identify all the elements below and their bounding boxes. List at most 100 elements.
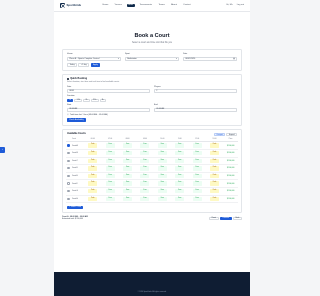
time-slot[interactable]: Free — [157, 151, 167, 156]
time-slot[interactable]: Peak — [210, 189, 220, 194]
time-slot[interactable]: Peak — [88, 196, 98, 202]
time-slot[interactable]: Free — [123, 181, 133, 186]
compact-view-button[interactable]: Compact — [213, 133, 226, 137]
time-slot[interactable]: Peak — [88, 181, 98, 186]
time-slot[interactable]: Free — [157, 173, 167, 179]
time-slot[interactable]: Free — [175, 173, 185, 179]
time-slot[interactable]: Free — [123, 166, 133, 171]
time-slot[interactable]: Peak — [88, 151, 98, 156]
time-slot[interactable]: Peak — [88, 189, 98, 194]
time-slot[interactable]: Free — [140, 173, 150, 179]
time-slot[interactable]: Free — [192, 158, 202, 164]
court-radio[interactable] — [67, 174, 70, 177]
time-slot[interactable]: Peak — [88, 173, 98, 179]
nav-link-tournaments[interactable]: Tournaments — [138, 4, 153, 8]
time-slot[interactable]: Peak — [210, 173, 220, 179]
time-slot[interactable]: Free — [192, 196, 202, 202]
today-button[interactable]: Today — [67, 63, 78, 68]
court-radio[interactable] — [67, 151, 70, 155]
time-slot[interactable]: Free — [105, 181, 115, 186]
time-slot[interactable]: Peak — [210, 143, 220, 148]
duration-option[interactable]: 2h — [83, 98, 90, 102]
time-slot[interactable]: Free — [192, 181, 202, 186]
logout-link[interactable]: Log out — [237, 4, 244, 7]
booking-date-input[interactable]: 06/05 — [67, 89, 150, 94]
time-slot[interactable]: Free — [105, 166, 115, 171]
time-slot[interactable]: Free — [140, 151, 150, 156]
side-feedback-tab[interactable]: ‹ — [0, 147, 5, 153]
apply-button[interactable]: Apply — [90, 63, 101, 68]
nav-link-book[interactable]: Book — [126, 3, 135, 8]
court-row[interactable]: Court G Peak Free Free Free Free Free Free Peak $… — [66, 187, 238, 196]
time-slot[interactable]: Free — [123, 173, 133, 179]
next-day-button[interactable]: +1 day — [78, 63, 90, 68]
time-slot[interactable]: Free — [123, 158, 133, 164]
time-slot[interactable]: Free — [157, 143, 167, 148]
court-row[interactable]: Court C Peak Free Free Free Free Free Free Peak $… — [66, 157, 238, 166]
court-row[interactable]: Court F Peak Free Free Free Free Free Free Peak $… — [66, 179, 238, 188]
time-slot[interactable]: Free — [175, 166, 185, 171]
time-slot[interactable]: Free — [157, 189, 167, 194]
time-slot[interactable]: Free — [140, 143, 150, 148]
time-slot[interactable]: Peak — [88, 166, 98, 171]
select-court-button[interactable]: + Select Court — [67, 205, 84, 210]
time-slot[interactable]: Free — [123, 143, 133, 148]
continue-button[interactable]: Continue — [219, 216, 232, 221]
venue-select[interactable]: Place A – Sports Complex Central ▾ — [67, 56, 121, 61]
court-radio[interactable] — [67, 159, 70, 162]
court-radio[interactable] — [67, 144, 70, 147]
time-slot[interactable]: Free — [105, 143, 115, 148]
time-slot[interactable]: Free — [192, 151, 202, 156]
time-slot[interactable]: Peak — [88, 158, 98, 164]
court-radio[interactable] — [67, 189, 70, 193]
time-slot[interactable]: Free — [175, 181, 185, 186]
time-slot[interactable]: Free — [175, 189, 185, 194]
time-slot[interactable]: Free — [157, 158, 167, 164]
court-radio[interactable] — [67, 197, 70, 200]
time-slot[interactable]: Free — [123, 151, 133, 156]
court-row[interactable]: Court H Peak Free Free Free Free Free Free Peak $… — [66, 195, 238, 204]
end-time-input[interactable]: 09:00 AM — [154, 107, 237, 112]
user-greeting[interactable]: Hi, Ms — [226, 4, 232, 7]
court-radio[interactable] — [67, 182, 70, 185]
time-slot[interactable]: Peak — [210, 196, 220, 202]
time-slot[interactable]: Peak — [210, 166, 220, 171]
date-picker[interactable]: 06/05/2026 ▦ — [183, 56, 237, 61]
nav-link-contact[interactable]: Contact — [182, 4, 192, 8]
time-slot[interactable]: Free — [140, 181, 150, 186]
sport-select[interactable]: Badminton ▾ — [125, 56, 179, 61]
time-slot[interactable]: Free — [140, 166, 150, 171]
reset-button[interactable]: Reset — [209, 216, 219, 221]
time-slot[interactable]: Free — [175, 196, 185, 202]
time-slot[interactable]: Free — [175, 158, 185, 164]
nav-link-teams[interactable]: Teams — [157, 4, 166, 8]
expand-view-button[interactable]: Expand — [226, 133, 237, 137]
time-slot[interactable]: Free — [105, 173, 115, 179]
time-slot[interactable]: Free — [140, 189, 150, 194]
time-slot[interactable]: Free — [140, 196, 150, 202]
duration-option[interactable]: 1.5h — [74, 98, 83, 102]
time-slot[interactable]: Free — [123, 196, 133, 202]
start-time-input[interactable]: 08:00 AM — [67, 107, 150, 112]
time-slot[interactable]: Peak — [210, 151, 220, 156]
duration-option[interactable]: 1h — [67, 98, 74, 102]
time-slot[interactable]: Peak — [88, 143, 98, 148]
nav-link-home[interactable]: Home — [101, 4, 110, 8]
court-radio[interactable] — [67, 167, 70, 170]
time-slot[interactable]: Free — [157, 196, 167, 202]
time-slot[interactable]: Peak — [210, 158, 220, 164]
nav-link-venues[interactable]: Venues — [113, 4, 123, 8]
logo[interactable]: SportGrids — [60, 3, 81, 9]
time-slot[interactable]: Free — [192, 189, 202, 194]
nav-link-about[interactable]: About — [170, 4, 179, 8]
time-slot[interactable]: Free — [192, 166, 202, 171]
players-input[interactable]: 2 — [154, 89, 237, 94]
check-availability-button[interactable]: Check Availability — [67, 118, 86, 123]
time-slot[interactable]: Free — [123, 189, 133, 194]
book-button[interactable]: Book — [232, 216, 242, 221]
court-row[interactable]: Court E Peak Free Free Free Free Free Free Peak $… — [66, 172, 238, 181]
time-slot[interactable]: Free — [157, 166, 167, 171]
duration-option[interactable]: 3h — [99, 98, 106, 102]
time-slot[interactable]: Free — [192, 173, 202, 179]
court-row[interactable]: Court A Peak Free Free Free Free Free Free Peak $… — [66, 141, 238, 150]
